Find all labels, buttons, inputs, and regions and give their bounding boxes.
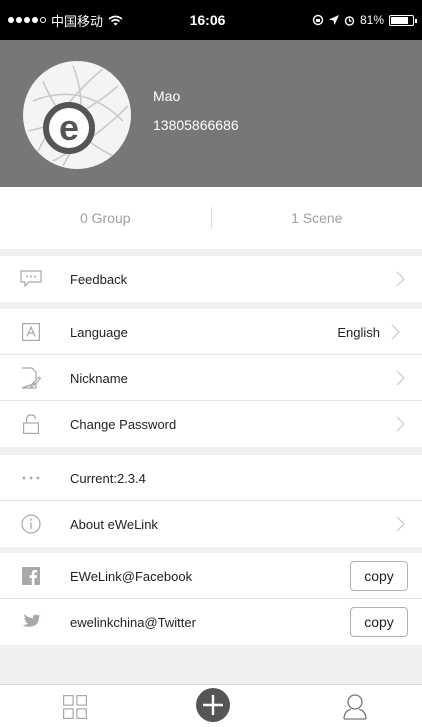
menu-item-facebook: EWeLink@Facebook copy	[0, 553, 422, 599]
alarm-clock-icon	[344, 15, 355, 26]
twitter-label: ewelinkchina@Twitter	[70, 614, 196, 630]
menu-item-current-version: Current:2.3.4	[0, 455, 422, 501]
language-label: Language	[70, 324, 128, 340]
scene-count[interactable]: 1 Scene	[212, 210, 422, 226]
letter-a-icon	[22, 323, 40, 341]
nickname-label: Nickname	[70, 370, 128, 386]
tab-add[interactable]	[196, 688, 230, 727]
copy-twitter-button[interactable]: copy	[350, 607, 408, 637]
edit-document-icon	[21, 367, 41, 389]
user-icon	[343, 694, 367, 720]
plus-icon	[196, 688, 230, 722]
avatar-letter: e	[59, 107, 79, 148]
language-value: English	[337, 324, 380, 340]
rotation-lock-icon	[312, 14, 324, 26]
tab-bar	[0, 684, 422, 727]
ewelink-logo-icon: e	[27, 65, 129, 167]
tab-devices[interactable]	[63, 695, 87, 724]
location-arrow-icon	[328, 15, 339, 25]
chevron-right-icon	[391, 324, 400, 340]
lock-icon	[23, 414, 39, 434]
status-bar: 中国移动 16:06 81%	[0, 0, 422, 40]
chevron-right-icon	[396, 416, 405, 432]
feedback-label: Feedback	[70, 271, 128, 287]
section-gap	[0, 447, 422, 455]
user-name: Mao	[153, 88, 181, 104]
battery-percent: 81%	[359, 13, 384, 27]
signal-strength-icon	[8, 17, 46, 23]
group-count[interactable]: 0 Group	[0, 210, 211, 226]
copy-facebook-button[interactable]: copy	[350, 561, 408, 591]
menu-item-about[interactable]: About eWeLink	[0, 501, 422, 547]
facebook-icon	[22, 567, 40, 585]
info-icon	[21, 514, 41, 534]
menu-item-change-password[interactable]: Change Password	[0, 401, 422, 447]
change-password-label: Change Password	[70, 416, 177, 432]
chevron-right-icon	[396, 516, 405, 532]
battery-icon	[389, 14, 417, 26]
section-gap	[0, 302, 422, 309]
status-time: 16:06	[189, 12, 226, 28]
menu-item-feedback[interactable]: Feedback	[0, 256, 422, 302]
menu-item-twitter: ewelinkchina@Twitter copy	[0, 599, 422, 645]
about-label: About eWeLink	[70, 516, 158, 532]
chevron-right-icon	[396, 370, 405, 386]
chat-bubble-icon	[20, 270, 42, 288]
stats-bar: 0 Group 1 Scene	[0, 187, 422, 249]
avatar[interactable]: e	[23, 61, 131, 169]
section-gap	[0, 249, 422, 256]
grid-icon	[63, 695, 87, 719]
facebook-label: EWeLink@Facebook	[70, 568, 193, 584]
twitter-icon	[22, 613, 41, 627]
wifi-icon	[108, 15, 123, 25]
menu-item-nickname[interactable]: Nickname	[0, 355, 422, 401]
user-phone: 13805866686	[153, 117, 239, 133]
menu-item-language[interactable]: Language English	[0, 309, 422, 355]
bottom-gap	[0, 645, 422, 684]
tab-profile[interactable]	[343, 694, 367, 725]
profile-header[interactable]: e Mao 13805866686	[0, 40, 422, 187]
carrier-label: 中国移动	[51, 13, 104, 29]
chevron-right-icon	[396, 271, 405, 287]
ellipsis-icon	[22, 476, 40, 480]
current-version-label: Current:2.3.4	[70, 470, 146, 486]
